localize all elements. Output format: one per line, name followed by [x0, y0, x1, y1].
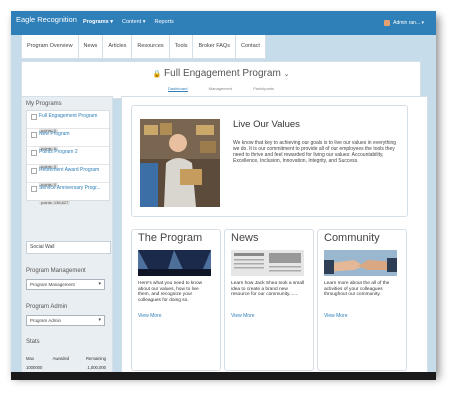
tab-tools[interactable]: Tools: [168, 35, 194, 59]
list-item[interactable]: Full Engagement Program points: 0: [27, 111, 109, 133]
tab-articles[interactable]: Articles: [102, 35, 133, 59]
stats-header-row: Max Awarded Remaining: [26, 356, 106, 361]
view-more-link[interactable]: View More: [231, 313, 255, 319]
main-content: Live Our Values We know that key to achi…: [121, 96, 428, 374]
card-title: Community: [324, 232, 380, 244]
newspaper-image: [231, 250, 304, 276]
card-title: The Program: [138, 232, 203, 244]
stats-value: [53, 365, 80, 370]
program-header: 🔒 Full Engagement Program ⌄ Dashboard Ma…: [21, 61, 421, 99]
chevron-down-icon: ⌄: [283, 71, 290, 78]
card-text: Learn more about the all of the activiti…: [324, 281, 390, 298]
card-title: News: [231, 232, 259, 244]
list-item[interactable]: Service Anniversary Progr... points: 136…: [27, 183, 109, 205]
hero-text: We know that key to achieving our goals …: [233, 140, 397, 164]
program-icon: [31, 168, 37, 174]
subtab-participants[interactable]: Participants: [253, 86, 274, 91]
program-management-select[interactable]: Program Management ▾: [26, 279, 105, 290]
program-icon: [31, 114, 37, 120]
user-name: Admin ran... ▾: [393, 20, 424, 26]
card-text: Here's what you need to know about our v…: [138, 281, 203, 303]
my-programs-heading: My Programs: [26, 101, 62, 107]
points-badge: points: 136,627: [39, 200, 71, 205]
program-title-text: Full Engagement Program: [164, 68, 281, 79]
hero-title: Live Our Values: [233, 119, 300, 130]
brand-logo[interactable]: Eagle Recognition: [16, 15, 77, 24]
list-item[interactable]: New Program points: 0: [27, 129, 109, 151]
program-management-heading: Program Management: [26, 268, 86, 274]
subtab-management[interactable]: Management: [209, 86, 232, 91]
warehouse-worker-image: [140, 119, 220, 207]
avatar: [384, 20, 391, 26]
program-icon: [31, 132, 37, 138]
tab-program-overview[interactable]: Program Overview: [21, 35, 79, 59]
screen-bottom-edge: [11, 372, 436, 380]
card-news: News Learn how Jack Shea took a small id…: [224, 229, 314, 371]
program-link[interactable]: Retirement Award Program: [39, 167, 106, 173]
tab-broker-faqs[interactable]: Broker FAQs: [192, 35, 236, 59]
subtab-dashboard[interactable]: Dashboard: [167, 86, 188, 92]
app-window: Eagle Recognition Programs ▾ Content ▾ R…: [11, 11, 436, 374]
top-nav: Programs ▾ Content ▾ Reports: [83, 19, 174, 25]
user-menu[interactable]: Admin ran... ▾: [384, 20, 424, 26]
tab-resources[interactable]: Resources: [131, 35, 170, 59]
lock-icon: 🔒: [152, 71, 162, 78]
tab-contact[interactable]: Contact: [234, 35, 266, 59]
stats-header: Awarded: [52, 356, 70, 361]
concert-image: [138, 250, 211, 276]
stats-header: Max: [26, 356, 34, 361]
program-title[interactable]: 🔒 Full Engagement Program ⌄: [22, 68, 420, 79]
program-list: Full Engagement Program points: 0 New Pr…: [26, 110, 110, 205]
tab-news[interactable]: News: [77, 35, 104, 59]
program-admin-select[interactable]: Program Admin ▾: [26, 315, 105, 326]
view-more-link[interactable]: View More: [324, 313, 348, 319]
handshake-image: [324, 250, 397, 276]
list-item[interactable]: Retirement Award Program points: 0: [27, 165, 109, 187]
list-item[interactable]: Points Program 2 points: 0: [27, 147, 109, 169]
hero-card: Live Our Values We know that key to achi…: [131, 105, 408, 217]
stats-table: Max Awarded Remaining 1000000 1,000,000: [26, 356, 106, 370]
social-wall-button[interactable]: Social Wall: [26, 241, 111, 254]
content-tabs: Program Overview News Articles Resources…: [21, 35, 266, 59]
top-navbar: Eagle Recognition Programs ▾ Content ▾ R…: [11, 11, 436, 35]
program-admin-heading: Program Admin: [26, 304, 68, 310]
program-link[interactable]: Service Anniversary Progr...: [39, 185, 106, 191]
stats-heading: Stats: [26, 339, 40, 345]
stats-header: Remaining: [85, 356, 107, 361]
card-program: The Program Here's what you need to know…: [131, 229, 221, 371]
card-community: Community Learn more about the all of th…: [317, 229, 407, 371]
stats-value: 1000000: [26, 365, 43, 370]
program-link[interactable]: New Program: [39, 131, 106, 137]
program-link[interactable]: Full Engagement Program: [39, 113, 106, 119]
sidebar: My Programs Full Engagement Program poin…: [21, 96, 113, 374]
view-more-link[interactable]: View More: [138, 313, 162, 319]
card-text: Learn how Jack Shea took a small idea to…: [231, 281, 305, 298]
chevron-down-icon: ▾: [98, 317, 101, 323]
nav-reports[interactable]: Reports: [155, 19, 174, 25]
select-value: Program Admin: [30, 318, 62, 323]
stats-value-row: 1000000 1,000,000: [26, 365, 106, 370]
nav-content[interactable]: Content ▾: [122, 19, 146, 25]
nav-programs[interactable]: Programs ▾: [83, 19, 113, 25]
program-icon: [31, 150, 37, 156]
chevron-down-icon: ▾: [98, 281, 101, 287]
select-value: Program Management: [30, 282, 75, 287]
program-subtabs: Dashboard Management Participants: [22, 86, 420, 92]
program-icon: [31, 186, 37, 192]
stats-value: 1,000,000: [87, 365, 107, 370]
program-link[interactable]: Points Program 2: [39, 149, 106, 155]
